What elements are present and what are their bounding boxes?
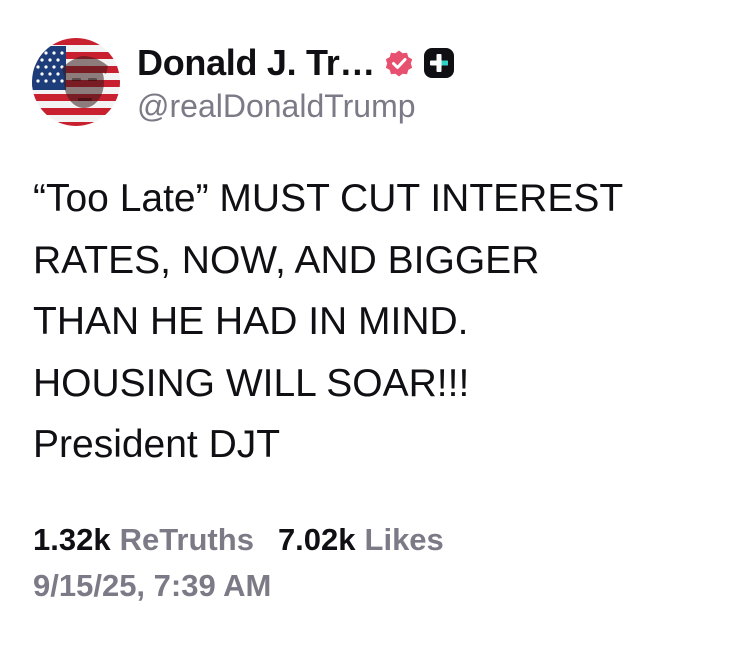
likes-stat[interactable]: 7.02k Likes (278, 522, 444, 558)
name-row: Donald J. Tr… (137, 40, 455, 86)
post-body-line: HOUSING WILL SOAR!!! (33, 361, 470, 405)
display-name[interactable]: Donald J. Tr… (137, 42, 375, 84)
post-body-line: THAN HE HAD IN MIND. (33, 300, 469, 343)
post-body-line: “Too Late” MUST CUT INTEREST (33, 177, 624, 220)
post-header: Donald J. Tr… @realDonaldTrump (32, 38, 455, 126)
retruths-count: 1.32k (33, 522, 111, 557)
author-identity: Donald J. Tr… @realDonaldTrump (137, 40, 455, 125)
post-timestamp: 9/15/25, 7:39 AM (33, 568, 272, 603)
post-body: “Too Late” MUST CUT INTEREST RATES, NOW,… (33, 168, 733, 476)
plus-badge-icon (423, 47, 455, 79)
author-handle[interactable]: @realDonaldTrump (137, 88, 455, 125)
post-body-line: President DJT (33, 423, 281, 466)
retruths-stat[interactable]: 1.32k ReTruths (33, 522, 254, 558)
likes-label: Likes (364, 522, 444, 557)
avatar[interactable] (32, 38, 120, 126)
likes-count: 7.02k (277, 522, 356, 557)
truth-post: Donald J. Tr… @realDonaldTrump “Too Late… (0, 0, 750, 649)
post-body-line: RATES, NOW, AND BIGGER (33, 238, 540, 282)
retruths-label: ReTruths (119, 522, 254, 557)
avatar-image (32, 38, 120, 126)
verified-badge-icon (383, 47, 415, 79)
post-stats: 1.32k ReTruths 7.02k Likes (33, 522, 444, 558)
